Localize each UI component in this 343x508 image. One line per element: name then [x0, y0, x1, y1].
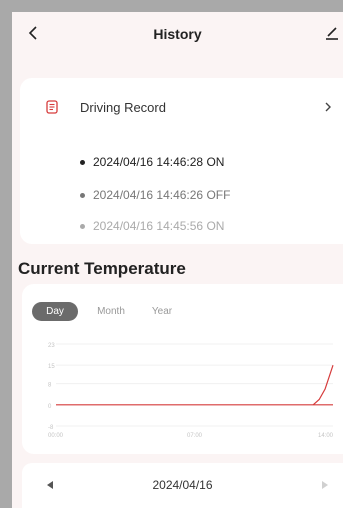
y-tick-label: 23	[48, 343, 55, 349]
document-icon	[46, 100, 58, 114]
tab-year[interactable]: Year	[142, 302, 182, 321]
x-tick-label: 07:00	[187, 433, 203, 439]
entry-dot	[80, 159, 85, 165]
series-line	[312, 365, 334, 406]
entry-text: 2024/04/16 14:45:56 ON	[93, 219, 225, 233]
y-tick-label: 15	[48, 364, 55, 370]
current-date: 2024/04/16	[152, 478, 213, 492]
temperature-chart-card: Day Month Year 23 15 8 0 -8 00:00 07:00 14:00	[22, 284, 343, 454]
entry-text: 2024/04/16 14:46:28 ON	[93, 155, 225, 169]
temperature-line-chart: 23 15 8 0 -8 00:00 07:00 14:00	[48, 343, 334, 439]
edit-button[interactable]	[321, 22, 343, 44]
driving-record-card: Driving Record 2024/04/16 14:46:28 ON 20…	[20, 78, 343, 244]
tab-month[interactable]: Month	[86, 302, 136, 321]
record-entry: 2024/04/16 14:45:56 ON	[80, 219, 224, 233]
header: History	[12, 12, 343, 56]
page-title: History	[153, 26, 202, 42]
chevron-right-icon	[325, 102, 331, 112]
tab-day[interactable]: Day	[32, 302, 78, 321]
driving-record-label: Driving Record	[80, 100, 166, 115]
record-entry: 2024/04/16 14:46:26 OFF	[80, 188, 230, 202]
pencil-icon	[326, 27, 338, 40]
driving-record-row[interactable]: Driving Record	[20, 78, 343, 140]
next-date-button[interactable]	[317, 477, 333, 493]
entry-dot	[80, 223, 85, 229]
x-tick-label: 00:00	[48, 433, 64, 439]
entry-dot	[80, 192, 85, 198]
record-entry: 2024/04/16 14:46:28 ON	[80, 155, 224, 169]
y-tick-label: -8	[48, 425, 54, 431]
x-tick-label: 14:00	[318, 433, 334, 439]
y-tick-label: 0	[48, 404, 52, 410]
window-frame-left	[0, 0, 12, 508]
window-frame-top	[0, 0, 343, 12]
section-title-temperature: Current Temperature	[18, 259, 186, 278]
triangle-right-icon	[322, 481, 328, 489]
entry-text: 2024/04/16 14:46:26 OFF	[93, 188, 231, 202]
date-navigator: 2024/04/16	[22, 463, 343, 508]
y-tick-label: 8	[48, 383, 52, 389]
app-screen: History Driving Record 2024/04/16 14:46:…	[12, 12, 343, 508]
